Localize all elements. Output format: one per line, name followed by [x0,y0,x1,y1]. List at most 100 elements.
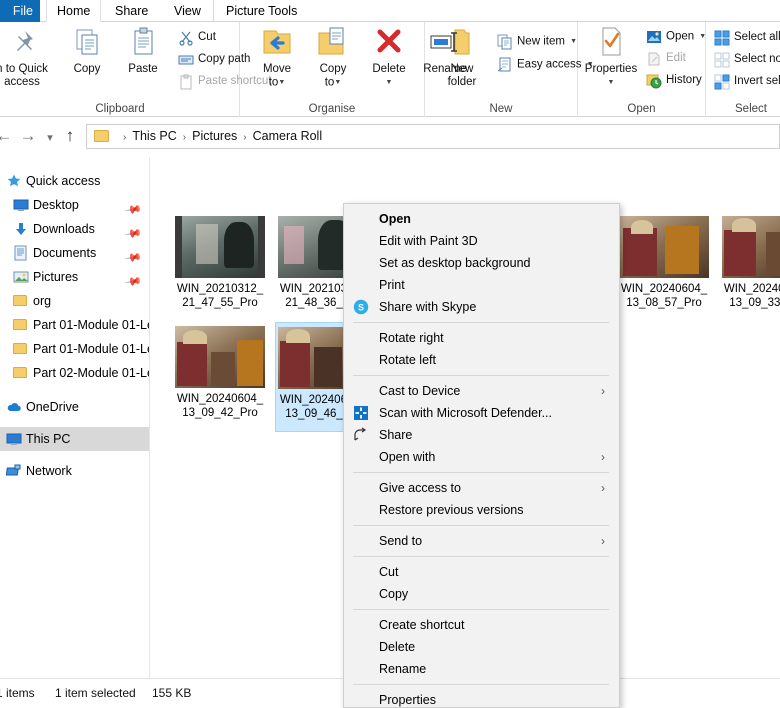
edit-label: Edit [666,52,686,64]
rename-button[interactable]: Rename [418,25,472,76]
context-menu[interactable]: Open Edit with Paint 3D Set as desktop b… [343,203,620,708]
open-caret-icon[interactable]: ▼ [697,33,706,40]
menu-separator [353,525,609,526]
menu-item-cast-to-device[interactable]: Cast to Device › [344,380,619,402]
properties-caret-icon[interactable]: ▼ [608,79,615,86]
sidebar-item-quick-access[interactable]: Quick access [0,169,149,193]
file-tile[interactable]: WIN_20210312_21_47_55_Pro [172,212,268,322]
sidebar-item-onedrive[interactable]: OneDrive [0,395,149,419]
recent-locations-button[interactable]: ▾ [42,129,58,147]
select-all-button[interactable]: Select all [712,27,780,48]
new-item-icon [497,34,513,50]
computer-icon [6,431,22,447]
sidebar-label: Part 01-Module 01-Les [33,318,150,332]
properties-button[interactable]: Properties ▼ [580,25,642,90]
menu-item-cut[interactable]: Cut [344,561,619,583]
breadcrumb-camera-roll[interactable]: Camera Roll [253,129,322,143]
new-item-button[interactable]: New item ▼ [495,31,577,52]
menu-label: Cut [379,565,399,579]
tab-picture-tools[interactable]: Picture Tools [213,0,307,22]
navigation-pane[interactable]: Quick access Desktop 📌 Downloads 📌 Docum… [0,157,150,678]
folder-icon [13,293,29,309]
menu-item-rotate-right[interactable]: Rotate right [344,327,619,349]
folder-icon [13,317,29,333]
history-label: History [666,74,702,86]
menu-item-rename[interactable]: Rename [344,658,619,680]
menu-item-send-to[interactable]: Send to › [344,530,619,552]
move-to-caret-icon[interactable]: ▼ [278,79,285,86]
sidebar-label: Part 02-Module 01-Les [33,366,150,380]
chevron-right-icon: › [601,481,605,495]
menu-item-open[interactable]: Open [344,208,619,230]
back-button[interactable]: ← [0,127,14,145]
file-explorer-window: File Home Share View Picture Tools n to … [0,0,780,708]
menu-item-edit-with-paint-3d[interactable]: Edit with Paint 3D [344,230,619,252]
select-none-label: Select none [734,53,780,65]
menu-label: Open [379,212,411,226]
menu-item-create-shortcut[interactable]: Create shortcut [344,614,619,636]
paste-button[interactable]: Paste [116,25,170,76]
pin-icon [0,25,54,61]
menu-item-delete[interactable]: Delete [344,636,619,658]
delete-button[interactable]: Delete ▼ [362,25,416,90]
menu-item-rotate-left[interactable]: Rotate left [344,349,619,371]
menu-item-scan-with-microsoft-defender[interactable]: Scan with Microsoft Defender... [344,402,619,424]
menu-item-share-with-skype[interactable]: S Share with Skype [344,296,619,318]
breadcrumb-pictures[interactable]: Pictures [192,129,237,143]
address-folder-icon [94,130,109,142]
tab-home[interactable]: Home [46,0,102,22]
menu-separator [353,472,609,473]
copy-to-button[interactable]: Copy to▼ [306,25,360,90]
sidebar-item-downloads[interactable]: Downloads 📌 [0,217,149,243]
menu-item-properties[interactable]: Properties [344,689,619,708]
forward-button[interactable]: → [18,127,38,145]
select-none-button[interactable]: Select none [712,49,780,70]
menu-item-print[interactable]: Print [344,274,619,296]
menu-item-share[interactable]: Share [344,424,619,446]
sidebar-item-part-01-module-01-les-b[interactable]: Part 01-Module 01-Les [0,337,149,361]
copy-to-label-2: to [324,76,335,89]
menu-item-give-access-to[interactable]: Give access to › [344,477,619,499]
menu-item-open-with[interactable]: Open with › [344,446,619,468]
move-to-label-2: to [268,76,279,89]
menu-item-copy[interactable]: Copy [344,583,619,605]
sidebar-item-pictures[interactable]: Pictures 📌 [0,265,149,291]
file-tile[interactable]: WIN_20240604_13_09_33_Pro [719,212,780,322]
file-tile[interactable]: WIN_20240604_13_08_57_Pro [616,212,712,322]
menu-item-restore-previous-versions[interactable]: Restore previous versions [344,499,619,521]
address-input[interactable]: › This PC › Pictures › Camera Roll [86,124,780,149]
open-picture-icon [646,29,662,45]
move-to-button[interactable]: Move to▼ [250,25,304,90]
menu-item-set-as-desktop-background[interactable]: Set as desktop background [344,252,619,274]
tab-share[interactable]: Share [105,0,158,22]
file-tile[interactable]: WIN_20240604_13_09_42_Pro [172,322,268,432]
sidebar-item-this-pc[interactable]: This PC [0,427,149,451]
delete-caret-icon[interactable]: ▼ [386,79,393,86]
address-bar: ← → ▾ ↑ › This PC › Pictures › Camera Roll [0,117,780,157]
breadcrumb-this-pc[interactable]: This PC [132,129,176,143]
breadcrumb-sep-2: › [243,132,247,143]
group-label-open: Open [627,103,656,115]
copy-to-caret-icon[interactable]: ▼ [334,79,341,86]
sidebar-label: This PC [26,432,71,446]
tab-view[interactable]: View [164,0,211,22]
sidebar-item-network[interactable]: Network [0,459,149,483]
pin-to-quick-access-button[interactable]: n to Quick access [0,25,54,89]
history-button[interactable]: History [644,70,702,91]
up-button[interactable]: ↑ [60,127,80,145]
open-button[interactable]: Open ▼ [644,26,706,47]
sidebar-item-org[interactable]: org [0,289,149,313]
new-item-caret-icon[interactable]: ▼ [568,38,577,45]
chevron-right-icon: › [601,384,605,398]
sidebar-item-desktop[interactable]: Desktop 📌 [0,193,149,219]
sidebar-item-documents[interactable]: Documents 📌 [0,241,149,267]
cut-button[interactable]: Cut [176,27,216,48]
tab-file[interactable]: File [0,0,40,22]
copy-button[interactable]: Copy [60,25,114,76]
edit-button[interactable]: Edit [644,48,686,69]
sidebar-item-part-02-module-01-les[interactable]: Part 02-Module 01-Les [0,361,149,385]
skype-icon: S [353,299,369,315]
star-icon [6,173,22,189]
invert-selection-button[interactable]: Invert selection [712,71,780,92]
sidebar-item-part-01-module-01-les-a[interactable]: Part 01-Module 01-Les [0,313,149,337]
